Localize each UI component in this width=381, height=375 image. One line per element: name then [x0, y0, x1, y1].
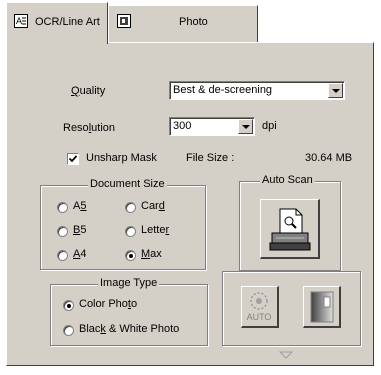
tab-photo[interactable]: Photo — [108, 5, 258, 42]
document-size-title: Document Size — [88, 178, 167, 190]
unsharp-mask-label: Unsharp Mask — [86, 152, 157, 164]
resolution-label: Resolution — [63, 122, 115, 134]
radio-max[interactable] — [125, 250, 136, 261]
option-card-label: Card — [141, 200, 165, 212]
bw-image-type-button[interactable] — [303, 286, 341, 328]
auto-scan-title: Auto Scan — [260, 174, 315, 186]
radio-a5[interactable] — [57, 202, 68, 213]
image-type-buttons-box: AUTO — [222, 271, 361, 346]
auto-image-type-button[interactable]: AUTO — [241, 286, 279, 328]
quality-value: Best & de-screening — [173, 84, 273, 96]
text-document-icon: A — [14, 14, 28, 28]
quality-select[interactable]: Best & de-screening — [169, 81, 345, 100]
unsharp-mask-checkbox[interactable] — [67, 153, 79, 165]
option-max-label: Max — [141, 248, 162, 260]
tab-ocr-line-art[interactable]: A OCR/Line Art — [6, 2, 108, 44]
option-letter-label: Letter — [141, 224, 170, 236]
radio-b5[interactable] — [57, 226, 68, 237]
option-color-photo-label: Color Photo — [79, 298, 138, 310]
option-a4-label: A4 — [73, 248, 87, 260]
gradient-page-icon — [310, 291, 334, 323]
auto-scan-button[interactable] — [260, 199, 320, 259]
resolution-value: 300 — [173, 120, 192, 132]
option-bw-photo-label: Black & White Photo — [79, 323, 180, 335]
scanner-icon — [269, 208, 311, 251]
checkmark-icon — [68, 155, 78, 163]
auto-icon: AUTO — [247, 292, 272, 322]
quality-label: Quality — [71, 85, 106, 97]
document-size-group: Document Size A5 Card B5 Letter A4 Max — [40, 178, 206, 270]
expand-arrow-icon[interactable] — [279, 351, 293, 359]
tab-label: OCR/Line Art — [35, 16, 100, 28]
radio-card[interactable] — [125, 202, 136, 213]
chevron-down-icon[interactable] — [328, 83, 343, 98]
auto-text: AUTO — [247, 312, 272, 322]
option-b5-label: B5 — [73, 224, 87, 236]
svg-text:A: A — [16, 16, 22, 26]
auto-scan-group: Auto Scan — [239, 174, 341, 271]
option-a5-label: A5 — [73, 200, 87, 212]
radio-color-photo[interactable] — [63, 300, 74, 311]
resolution-select[interactable]: 300 — [169, 117, 255, 136]
image-type-group: Image Type Color Photo Black & White Pho… — [50, 277, 208, 346]
radio-letter[interactable] — [125, 226, 136, 237]
photo-settings-panel: Quality Best & de-screening Resolution 3… — [6, 42, 374, 366]
photo-icon — [117, 14, 131, 28]
image-type-title: Image Type — [98, 277, 160, 289]
radio-a4[interactable] — [57, 250, 68, 261]
file-size-label: File Size : — [186, 152, 235, 164]
tab-label: Photo — [179, 16, 208, 28]
chevron-down-icon[interactable] — [238, 119, 253, 134]
dpi-unit: dpi — [262, 120, 277, 132]
radio-bw-photo[interactable] — [63, 325, 74, 336]
file-size-value: 30.64 MB — [305, 152, 353, 164]
